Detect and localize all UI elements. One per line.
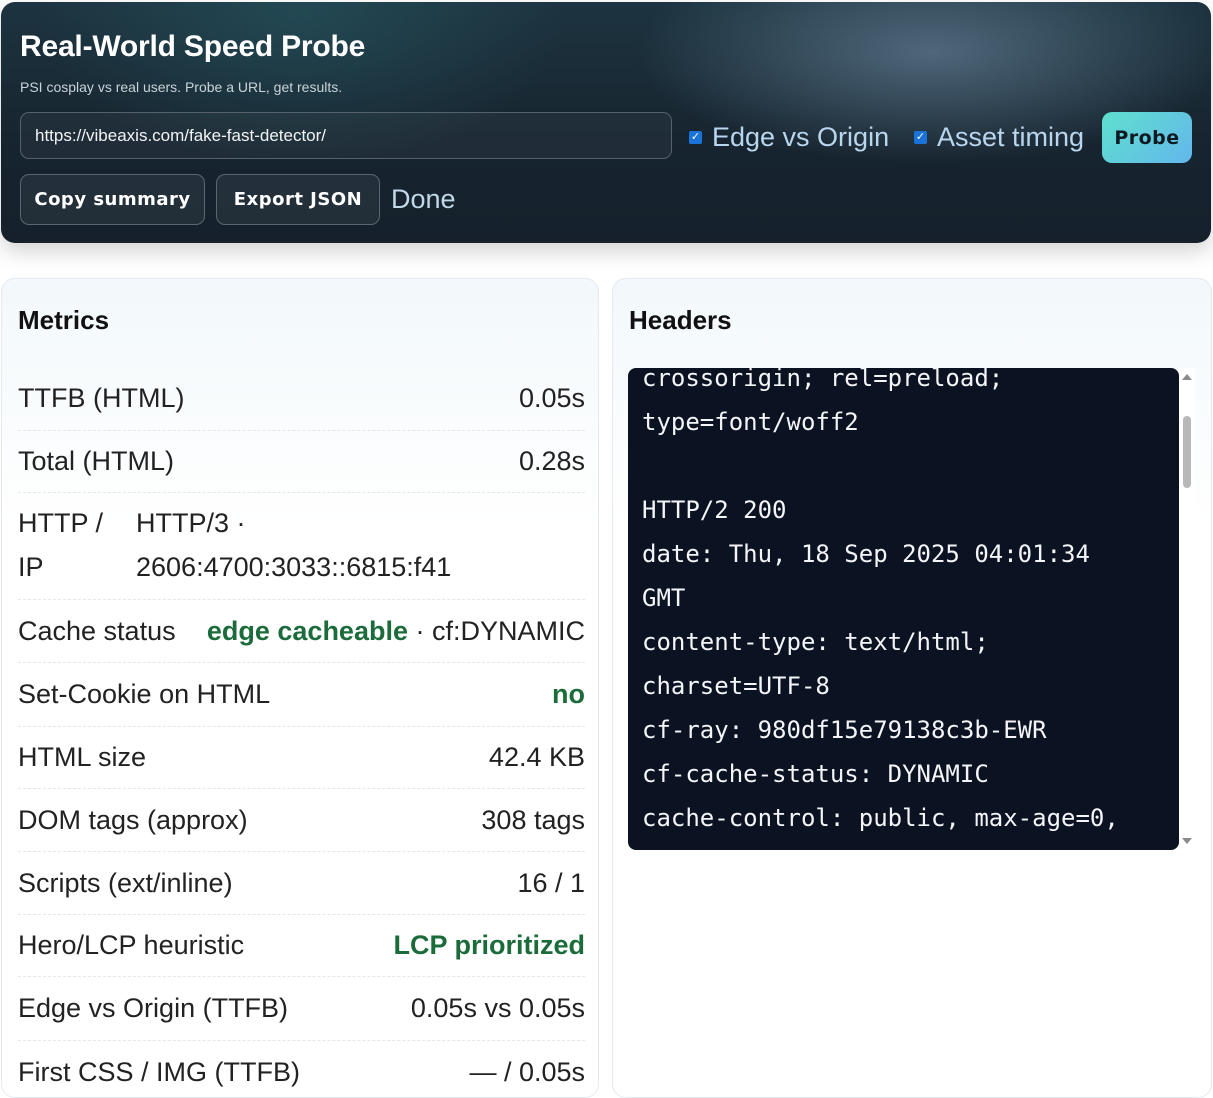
metric-value: 0.05s vs 0.05s (410, 993, 585, 1023)
metric-label: DOM tags (approx) (18, 804, 248, 835)
scroll-down-arrow-icon[interactable] (1182, 838, 1192, 844)
metric-label: Scripts (ext/inline) (18, 867, 233, 898)
url-input[interactable] (20, 112, 672, 159)
metric-row-html-size: HTML size 42.4 KB (18, 727, 585, 789)
status-text: Done (391, 184, 456, 214)
metric-row-edge-vs-origin: Edge vs Origin (TTFB) 0.05s vs 0.05s (18, 977, 585, 1041)
checkmark-icon[interactable]: ✓ (689, 130, 702, 144)
headers-code-block[interactable]: crossorigin; rel=preload; type=font/woff… (628, 368, 1179, 850)
metric-label-line: IP (18, 552, 44, 582)
metric-row-http-ip: HTTP / IP HTTP/3 · 2606:4700:3033::6815:… (18, 493, 585, 600)
scroll-up-arrow-icon[interactable] (1182, 374, 1192, 380)
metric-value-line: HTTP/3 · (136, 508, 246, 538)
metrics-card: Metrics TTFB (HTML) 0.05s Total (HTML) 0… (1, 278, 599, 1098)
metric-label: Hero/LCP heuristic (18, 930, 245, 960)
checkmark-icon[interactable]: ✓ (914, 130, 927, 144)
probe-button[interactable]: Probe (1102, 112, 1192, 163)
metric-row-dom-tags: DOM tags (approx) 308 tags (18, 789, 585, 852)
metric-row-hero-lcp: Hero/LCP heuristic LCP prioritized (18, 915, 585, 977)
metric-value: 308 tags (481, 804, 585, 835)
edge-vs-origin-label: Edge vs Origin (712, 121, 890, 152)
metric-label: Total (HTML) (18, 446, 175, 476)
metric-row-ttfb: TTFB (HTML) 0.05s (18, 367, 585, 431)
metric-value: no (552, 679, 585, 709)
metric-label: Cache status (18, 615, 176, 646)
metric-row-first-css-img: First CSS / IMG (TTFB) — / 0.05s (18, 1041, 585, 1097)
asset-timing-label: Asset timing (937, 121, 1085, 152)
headers-text: crossorigin; rel=preload; type=font/woff… (642, 368, 1119, 832)
copy-summary-button[interactable]: Copy summary (20, 174, 205, 225)
headers-scrollbar[interactable] (1179, 368, 1195, 850)
metric-label: TTFB (HTML) (18, 383, 185, 413)
metric-label: HTTP / IP (18, 501, 136, 589)
metrics-title: Metrics (18, 305, 110, 335)
headers-title: Headers (629, 305, 732, 335)
page-title: Real-World Speed Probe (20, 30, 366, 63)
metric-label-line: HTTP / (18, 508, 104, 538)
asset-timing-checkbox[interactable]: ✓ Asset timing (914, 120, 1084, 154)
metric-value: 0.05s (518, 383, 585, 413)
metric-label: Set-Cookie on HTML (18, 679, 271, 709)
cache-status-badge: edge cacheable (206, 615, 408, 646)
metric-value: HTTP/3 · 2606:4700:3033::6815:f41 (136, 501, 585, 589)
metric-value: — / 0.05s (469, 1056, 585, 1087)
metric-label: HTML size (18, 742, 147, 772)
edge-vs-origin-checkbox[interactable]: ✓ Edge vs Origin (689, 120, 889, 154)
cache-status-detail: · cf:DYNAMIC (407, 615, 585, 646)
export-json-button[interactable]: Export JSON (216, 174, 380, 225)
metrics-list: TTFB (HTML) 0.05s Total (HTML) 0.28s HTT… (18, 367, 585, 1097)
metric-label: First CSS / IMG (TTFB) (18, 1056, 300, 1087)
metric-value: 16 / 1 (517, 867, 585, 898)
metric-row-total: Total (HTML) 0.28s (18, 431, 585, 493)
metric-value: 0.28s (518, 446, 585, 476)
metric-row-cache-status: Cache status edge cacheable · cf:DYNAMIC (18, 600, 585, 663)
metric-value: edge cacheable · cf:DYNAMIC (207, 616, 585, 647)
metric-value-line: 2606:4700:3033::6815:f41 (136, 552, 452, 582)
metric-value: 42.4 KB (488, 742, 585, 772)
headers-card: Headers crossorigin; rel=preload; type=f… (612, 278, 1212, 1098)
metric-value: LCP prioritized (393, 930, 585, 960)
page-subtitle: PSI cosplay vs real users. Probe a URL, … (20, 79, 343, 95)
metric-row-set-cookie: Set-Cookie on HTML no (18, 663, 585, 727)
probe-header: Real-World Speed Probe PSI cosplay vs re… (1, 2, 1211, 243)
metric-row-scripts: Scripts (ext/inline) 16 / 1 (18, 852, 585, 915)
metric-label: Edge vs Origin (TTFB) (18, 993, 289, 1023)
scrollbar-thumb[interactable] (1183, 416, 1191, 488)
